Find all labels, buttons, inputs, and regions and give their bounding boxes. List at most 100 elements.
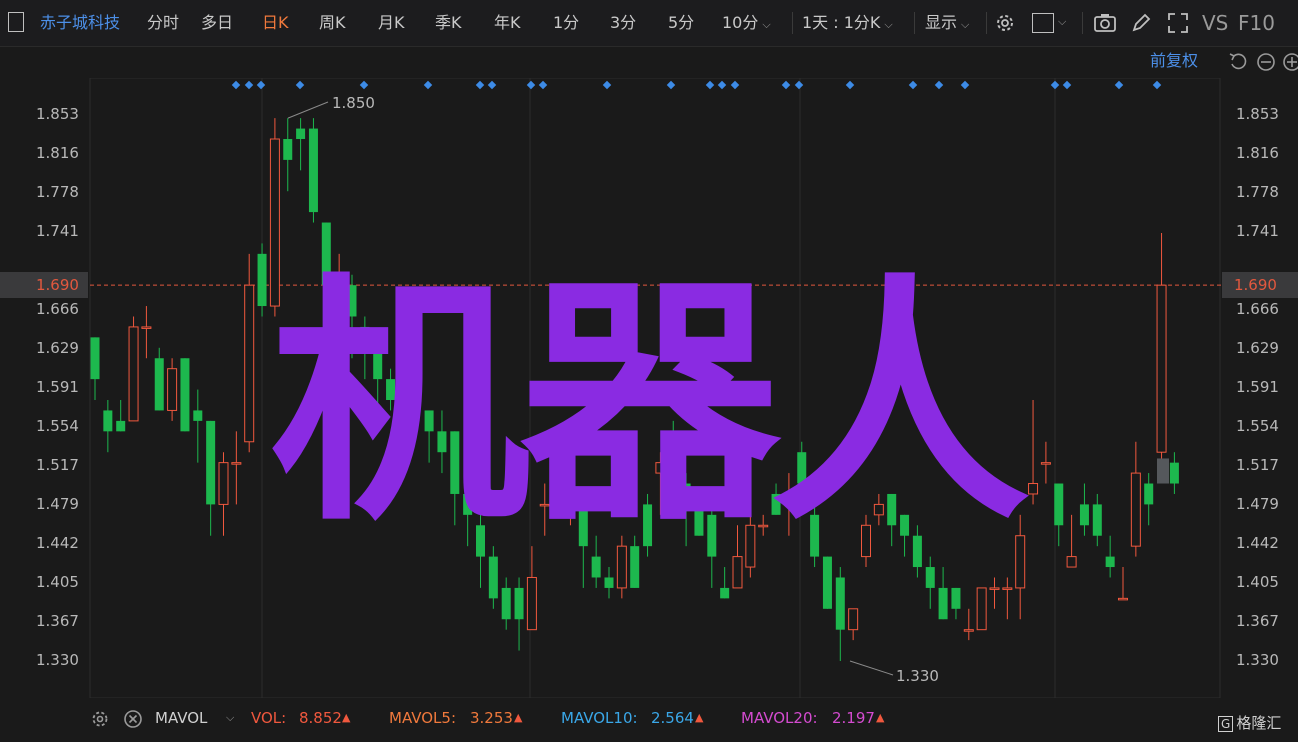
divider: [792, 12, 793, 34]
event-marker: [960, 80, 970, 90]
adjust-mode-label: 前复权: [1150, 51, 1199, 70]
candle-body: [976, 587, 987, 631]
tab-10min-label: 10分: [722, 13, 759, 32]
event-marker: [1062, 80, 1072, 90]
f10-button[interactable]: F10: [1238, 0, 1275, 46]
price-tick-left: 1.330: [36, 651, 79, 669]
candle-body: [822, 556, 832, 609]
candle-body: [732, 556, 743, 589]
sidebar-toggle-icon[interactable]: [8, 12, 24, 32]
layout-icon[interactable]: [1032, 13, 1054, 33]
candle-body: [283, 139, 293, 160]
mavol10-value: 2.564: [651, 709, 694, 727]
tab-daily-k[interactable]: 日K: [262, 0, 289, 46]
event-marker: [602, 80, 612, 90]
watermark-text: 机器人: [270, 254, 1030, 556]
event-marker: [359, 80, 369, 90]
chevron-down-icon[interactable]: ⌵: [1058, 15, 1066, 29]
tab-monthly-k[interactable]: 月K: [378, 0, 405, 46]
event-marker: [705, 80, 715, 90]
event-marker: [730, 80, 740, 90]
mavol20-value: 2.197: [832, 709, 875, 727]
candle-body: [591, 556, 601, 578]
price-tick-left: 1.554: [36, 417, 79, 435]
candle-body: [244, 284, 255, 443]
zoom-in-icon[interactable]: [1282, 52, 1298, 72]
tab-weekly-k[interactable]: 周K: [319, 0, 346, 46]
adjust-mode[interactable]: 前复权: [1150, 48, 1198, 74]
period-select-label: 1天 : 1分K: [802, 13, 881, 32]
tab-5min[interactable]: 5分: [668, 0, 694, 46]
undo-icon[interactable]: [1228, 52, 1248, 72]
candle-body: [501, 587, 511, 620]
tab-1min[interactable]: 1分: [553, 0, 579, 46]
low-pointer-line: [849, 660, 894, 676]
tab-10min[interactable]: 10分 ⌵: [722, 0, 771, 46]
price-tick-left: 1.517: [36, 456, 79, 474]
event-marker: [475, 80, 485, 90]
mavol5-label: MAVOL5:: [389, 709, 457, 727]
tab-3min[interactable]: 3分: [610, 0, 636, 46]
candle-body: [1169, 462, 1179, 484]
price-tick-left: 1.629: [36, 339, 79, 357]
candle-body: [1079, 504, 1089, 526]
candle-body: [1105, 556, 1115, 568]
close-icon[interactable]: [123, 709, 143, 729]
tab-yearly-k[interactable]: 年K: [494, 0, 521, 46]
candle-body: [180, 358, 190, 432]
tab-multi-day[interactable]: 多日: [201, 0, 233, 46]
pencil-icon[interactable]: [1130, 12, 1152, 34]
price-tick-right: 1.591: [1236, 378, 1279, 396]
candle-body: [231, 462, 242, 465]
event-marker: [1050, 80, 1060, 90]
tab-quarterly-k[interactable]: 季K: [435, 0, 462, 46]
candle-body: [1028, 483, 1039, 495]
price-tick-right: 1.479: [1236, 495, 1279, 513]
up-arrow-icon: ▲: [876, 711, 885, 724]
current-price-tag-left: 1.690: [0, 272, 88, 298]
candle-body: [296, 128, 306, 140]
camera-icon[interactable]: [1093, 12, 1117, 34]
display-menu[interactable]: 显示 ⌵: [925, 0, 969, 46]
zoom-out-icon[interactable]: [1256, 52, 1276, 72]
up-arrow-icon: ▲: [695, 711, 704, 724]
mavol20-label: MAVOL20:: [741, 709, 818, 727]
candle-body: [206, 420, 216, 505]
tab-intraday[interactable]: 分时: [147, 0, 179, 46]
candle-body: [835, 577, 845, 630]
candle-body: [128, 326, 139, 422]
event-marker: [717, 80, 727, 90]
event-marker: [1152, 80, 1162, 90]
price-tick-right: 1.405: [1236, 573, 1279, 591]
price-tick-left: 1.853: [36, 105, 79, 123]
up-arrow-icon: ▲: [342, 711, 351, 724]
settings-icon[interactable]: [90, 709, 110, 729]
indicator-name[interactable]: MAVOL: [155, 700, 207, 736]
candle-body: [193, 410, 203, 421]
volume-indicator-bar: MAVOL ⌵ VOL: 8.852 ▲ MAVOL5: 3.253 ▲ MAV…: [0, 700, 1298, 736]
vol-value: 8.852: [299, 709, 342, 727]
period-select[interactable]: 1天 : 1分K ⌵: [802, 0, 893, 46]
event-marker: [231, 80, 241, 90]
price-tick-right: 1.853: [1236, 105, 1279, 123]
vs-button[interactable]: VS: [1202, 0, 1228, 46]
candle-body: [938, 587, 948, 620]
gear-icon[interactable]: [994, 12, 1016, 34]
price-tick-right: 1.330: [1236, 651, 1279, 669]
divider: [1082, 12, 1083, 34]
event-marker: [538, 80, 548, 90]
event-marker: [526, 80, 536, 90]
chevron-down-icon[interactable]: ⌵: [226, 700, 234, 736]
candle-body: [1156, 284, 1167, 453]
event-marker: [781, 80, 791, 90]
fullscreen-icon[interactable]: [1167, 12, 1189, 34]
toolbar: 赤子城科技 分时 多日 日K 周K 月K 季K 年K 1分 3分 5分 10分 ⌵…: [0, 0, 1298, 47]
price-tick-right: 1.629: [1236, 339, 1279, 357]
low-price-label: 1.330: [896, 667, 939, 685]
candle-body: [848, 608, 859, 631]
high-price-label: 1.850: [332, 94, 375, 112]
candle-body-current: [1157, 458, 1169, 484]
price-tick-left: 1.778: [36, 183, 79, 201]
candle-body: [963, 629, 974, 632]
stock-name[interactable]: 赤子城科技: [40, 0, 120, 46]
